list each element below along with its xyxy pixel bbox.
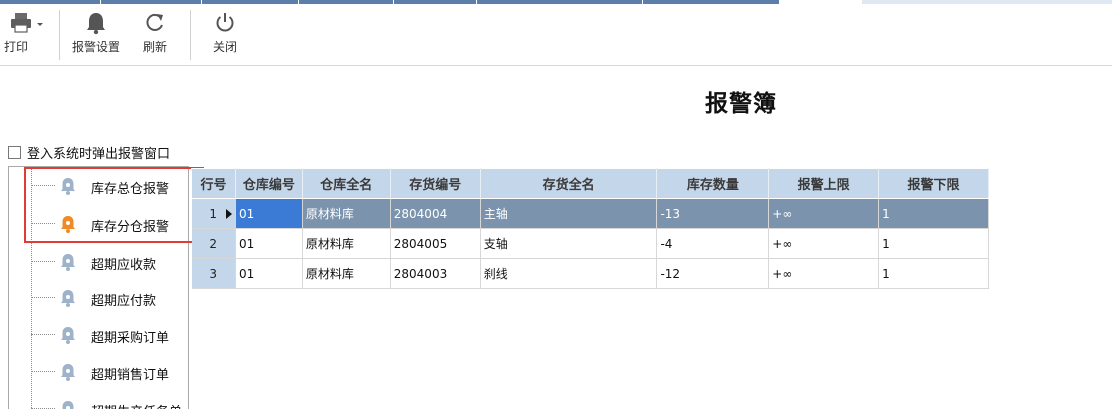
table-cell[interactable]: 原材料库	[302, 258, 391, 289]
column-header[interactable]: 仓库全名	[301, 168, 391, 199]
table-cell[interactable]: +∞	[768, 258, 880, 289]
popup-on-login-checkbox[interactable]: 登入系统时弹出报警窗口	[8, 143, 171, 162]
tree-item-total-stock-alarm[interactable]: 库存总仓报警	[9, 170, 188, 202]
table-cell[interactable]: -13	[656, 198, 770, 229]
page-title: 报警簿	[705, 90, 777, 117]
row-number-cell[interactable]: 2	[191, 228, 236, 259]
close-button[interactable]: 关闭	[204, 10, 246, 62]
power-icon	[213, 10, 237, 40]
column-header[interactable]: 报警下限	[878, 168, 989, 199]
bell-icon	[59, 363, 77, 382]
tree-item-label: 超期生产任务单	[91, 401, 182, 409]
table-cell[interactable]: 1	[878, 258, 989, 289]
tree-item-overdue-purchase-order[interactable]: 超期采购订单	[9, 319, 188, 351]
print-button[interactable]: 打印	[2, 10, 50, 62]
tree-item-label: 超期应收款	[91, 258, 157, 273]
table-cell[interactable]: 1	[878, 228, 989, 259]
toolbar-divider	[59, 10, 60, 60]
table-cell[interactable]: 01	[235, 258, 303, 289]
table-cell[interactable]: 刹线	[480, 258, 658, 289]
table-row[interactable]: 1 01 原材料库 2804004 主轴 -13 +∞ 1	[191, 198, 989, 229]
toolbar: 打印 报警设置 刷新 关闭	[0, 4, 1112, 66]
tree-item-overdue-receivable[interactable]: 超期应收款	[9, 246, 188, 278]
popup-on-login-label: 登入系统时弹出报警窗口	[27, 146, 171, 162]
refresh-button[interactable]: 刷新	[134, 10, 176, 62]
bell-icon	[59, 253, 77, 272]
alarm-book-window: 打印 报警设置 刷新 关闭 报警簿 登入系统时弹出报警窗口 库存总仓报警 库存分…	[0, 0, 1112, 409]
tree-item-label: 库存总仓报警	[91, 182, 170, 197]
row-number-cell[interactable]: 3	[191, 258, 236, 289]
printer-icon	[6, 10, 46, 40]
tree-item-label: 超期应付款	[91, 294, 157, 309]
alarm-settings-button[interactable]: 报警设置	[66, 10, 126, 62]
alarm-grid: 行号 仓库编号 仓库全名 存货编号 存货全名 库存数量 报警上限 报警下限 1 …	[191, 168, 989, 289]
tree-item-label: 库存分仓报警	[91, 220, 170, 235]
bell-icon	[59, 400, 77, 409]
tree-item-overdue-production-task[interactable]: 超期生产任务单	[9, 393, 188, 409]
tree-item-overdue-payable[interactable]: 超期应付款	[9, 282, 188, 314]
table-cell[interactable]: 01	[235, 198, 303, 229]
bell-icon	[59, 289, 77, 308]
table-cell[interactable]: 主轴	[480, 198, 658, 229]
table-cell[interactable]: 2804004	[390, 198, 481, 229]
grid-header-row: 行号 仓库编号 仓库全名 存货编号 存货全名 库存数量 报警上限 报警下限	[191, 168, 989, 199]
table-cell[interactable]: 2804005	[390, 228, 481, 259]
bell-icon	[84, 10, 108, 40]
column-header[interactable]: 仓库编号	[234, 168, 303, 199]
refresh-label: 刷新	[142, 40, 167, 54]
bell-icon	[59, 215, 77, 234]
table-cell[interactable]: 2804003	[390, 258, 481, 289]
tree-item-label: 超期销售订单	[91, 368, 170, 383]
checkbox-box[interactable]	[8, 145, 21, 159]
print-label: 打印	[4, 40, 29, 54]
alarm-settings-label: 报警设置	[71, 40, 120, 54]
table-row[interactable]: 2 01 原材料库 2804005 支轴 -4 +∞ 1	[191, 228, 989, 259]
refresh-icon	[143, 10, 167, 40]
table-cell[interactable]: 1	[878, 198, 989, 229]
table-cell[interactable]: 支轴	[480, 228, 658, 259]
table-cell[interactable]: -12	[656, 258, 770, 289]
bell-icon	[59, 177, 77, 196]
alarm-type-tree: 库存总仓报警 库存分仓报警 超期应收款 超期应付款 超期采购订单 超期销售订单	[8, 166, 189, 409]
column-header[interactable]: 存货编号	[389, 168, 481, 199]
table-cell[interactable]: +∞	[768, 198, 880, 229]
table-cell[interactable]: 原材料库	[302, 198, 391, 229]
column-header[interactable]: 库存数量	[656, 168, 770, 199]
toolbar-divider	[190, 10, 191, 60]
bell-icon	[59, 326, 77, 345]
table-row[interactable]: 3 01 原材料库 2804003 刹线 -12 +∞ 1	[191, 258, 989, 289]
column-header[interactable]: 报警上限	[768, 168, 880, 199]
column-header[interactable]: 行号	[191, 168, 236, 199]
table-cell[interactable]: 原材料库	[302, 228, 391, 259]
current-row-indicator-icon	[225, 209, 232, 219]
row-number-cell[interactable]: 1	[191, 198, 236, 229]
tree-item-branch-stock-alarm[interactable]: 库存分仓报警	[9, 208, 188, 240]
table-cell[interactable]: 01	[235, 228, 303, 259]
column-header[interactable]: 存货全名	[479, 168, 658, 199]
close-label: 关闭	[212, 40, 237, 54]
tree-item-label: 超期采购订单	[91, 331, 170, 346]
tree-item-overdue-sales-order[interactable]: 超期销售订单	[9, 356, 188, 388]
table-cell[interactable]: +∞	[768, 228, 880, 259]
table-cell[interactable]: -4	[656, 228, 770, 259]
